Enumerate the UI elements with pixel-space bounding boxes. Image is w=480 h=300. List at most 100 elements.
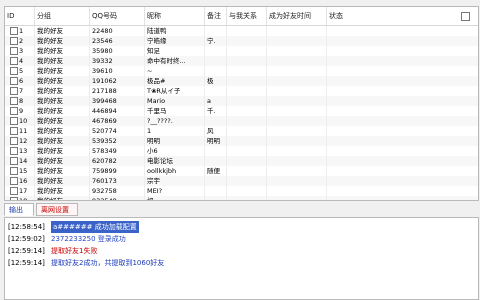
row-id-cell: 11	[5, 126, 35, 136]
cell-nick: oollkkjbh	[145, 166, 205, 176]
row-checkbox[interactable]	[10, 147, 18, 155]
table-row[interactable]: 18 我的好友 933548 初	[5, 196, 478, 200]
row-checkbox[interactable]	[10, 107, 18, 115]
cell-note: 极	[205, 76, 227, 86]
row-checkbox[interactable]	[10, 57, 18, 65]
select-all-checkbox[interactable]	[461, 12, 470, 21]
table-row[interactable]: 10 我的好友 467869 ?__????.	[5, 116, 478, 126]
table-row[interactable]: 11 我的好友 520774 1 风	[5, 126, 478, 136]
row-id-cell: 16	[5, 176, 35, 186]
cell-relation	[227, 196, 267, 200]
cell-friend_time	[267, 36, 327, 46]
cell-relation	[227, 186, 267, 196]
cell-note	[205, 156, 227, 166]
log-message: a###### 成功加载配置	[51, 221, 139, 233]
cell-status	[327, 166, 478, 176]
row-id: 9	[19, 107, 24, 115]
col-friend-time[interactable]: 成为好友时间	[267, 7, 327, 25]
table-row[interactable]: 1 我的好友 22480 陆道鸭	[5, 26, 478, 36]
col-status[interactable]: 状态	[327, 7, 478, 25]
row-checkbox[interactable]	[10, 77, 18, 85]
row-id-cell: 10	[5, 116, 35, 126]
row-checkbox[interactable]	[10, 97, 18, 105]
row-id: 13	[19, 147, 28, 155]
table-row[interactable]: 2 我的好友 23546 宁皓缘 宁.	[5, 36, 478, 46]
cell-note	[205, 146, 227, 156]
row-id-cell: 3	[5, 46, 35, 56]
table-row[interactable]: 6 我的好友 191062 极品# 极	[5, 76, 478, 86]
cell-status	[327, 106, 478, 116]
cell-qq: 35980	[90, 46, 145, 56]
cell-group: 我的好友	[35, 126, 90, 136]
cell-friend_time	[267, 86, 327, 96]
row-id: 7	[19, 87, 24, 95]
cell-status	[327, 96, 478, 106]
friend-table: ID 分组 QQ号码 昵称 备注 与我关系 成为好友时间 状态 1 我的好友 224…	[4, 6, 479, 201]
table-row[interactable]: 8 我的好友 399468 Mario a	[5, 96, 478, 106]
col-note[interactable]: 备注	[205, 7, 227, 25]
table-row[interactable]: 17 我的好友 932758 MEI?	[5, 186, 478, 196]
table-row[interactable]: 12 我的好友 539352 明明 明明	[5, 136, 478, 146]
cell-relation	[227, 166, 267, 176]
row-checkbox[interactable]	[10, 127, 18, 135]
cell-relation	[227, 36, 267, 46]
row-id: 3	[19, 47, 24, 55]
table-row[interactable]: 3 我的好友 35980 知足	[5, 46, 478, 56]
cell-friend_time	[267, 146, 327, 156]
table-row[interactable]: 14 我的好友 620782 电影论坛	[5, 156, 478, 166]
cell-group: 我的好友	[35, 36, 90, 46]
row-checkbox[interactable]	[10, 177, 18, 185]
cell-status	[327, 46, 478, 56]
log-message: 提取好友2成功，共提取到1060好友	[51, 259, 165, 267]
cell-group: 我的好友	[35, 96, 90, 106]
row-checkbox[interactable]	[10, 137, 18, 145]
row-id: 11	[19, 127, 28, 135]
cell-qq: 760173	[90, 176, 145, 186]
cell-relation	[227, 146, 267, 156]
col-relation[interactable]: 与我关系	[227, 7, 267, 25]
cell-friend_time	[267, 66, 327, 76]
row-checkbox[interactable]	[10, 197, 18, 200]
row-checkbox[interactable]	[10, 117, 18, 125]
table-row[interactable]: 7 我的好友 217188 T❀R从イ子	[5, 86, 478, 96]
cell-friend_time	[267, 126, 327, 136]
cell-note	[205, 56, 227, 66]
col-id[interactable]: ID	[5, 7, 35, 25]
row-checkbox[interactable]	[10, 157, 18, 165]
col-qq[interactable]: QQ号码	[90, 7, 145, 25]
cell-note	[205, 46, 227, 56]
cell-nick: MEI?	[145, 186, 205, 196]
col-group[interactable]: 分组	[35, 7, 90, 25]
log-timestamp: [12:59:14]	[8, 259, 45, 267]
tab-other-settings[interactable]: 离网设置	[36, 203, 78, 216]
table-row[interactable]: 4 我的好友 39332 命中有时终...	[5, 56, 478, 66]
cell-friend_time	[267, 46, 327, 56]
row-checkbox[interactable]	[10, 67, 18, 75]
col-nickname[interactable]: 昵称	[145, 7, 205, 25]
row-checkbox[interactable]	[10, 47, 18, 55]
cell-group: 我的好友	[35, 146, 90, 156]
row-id-cell: 17	[5, 186, 35, 196]
cell-note	[205, 66, 227, 76]
row-id-cell: 2	[5, 36, 35, 46]
row-checkbox[interactable]	[10, 27, 18, 35]
row-checkbox[interactable]	[10, 167, 18, 175]
table-row[interactable]: 5 我的好友 39610 ~	[5, 66, 478, 76]
table-row[interactable]: 16 我的好友 760173 宗宇	[5, 176, 478, 186]
row-checkbox[interactable]	[10, 87, 18, 95]
cell-friend_time	[267, 176, 327, 186]
row-checkbox[interactable]	[10, 37, 18, 45]
cell-status	[327, 66, 478, 76]
table-row[interactable]: 15 我的好友 759899 oollkkjbh 随便	[5, 166, 478, 176]
row-id-cell: 14	[5, 156, 35, 166]
row-id-cell: 8	[5, 96, 35, 106]
row-checkbox[interactable]	[10, 187, 18, 195]
tab-output[interactable]: 输出	[4, 203, 34, 216]
cell-friend_time	[267, 156, 327, 166]
cell-group: 我的好友	[35, 66, 90, 76]
table-row[interactable]: 13 我的好友 578349 小6	[5, 146, 478, 156]
cell-relation	[227, 176, 267, 186]
table-row[interactable]: 9 我的好友 446894 千里马 千.	[5, 106, 478, 116]
cell-friend_time	[267, 116, 327, 126]
cell-note: 宁.	[205, 36, 227, 46]
